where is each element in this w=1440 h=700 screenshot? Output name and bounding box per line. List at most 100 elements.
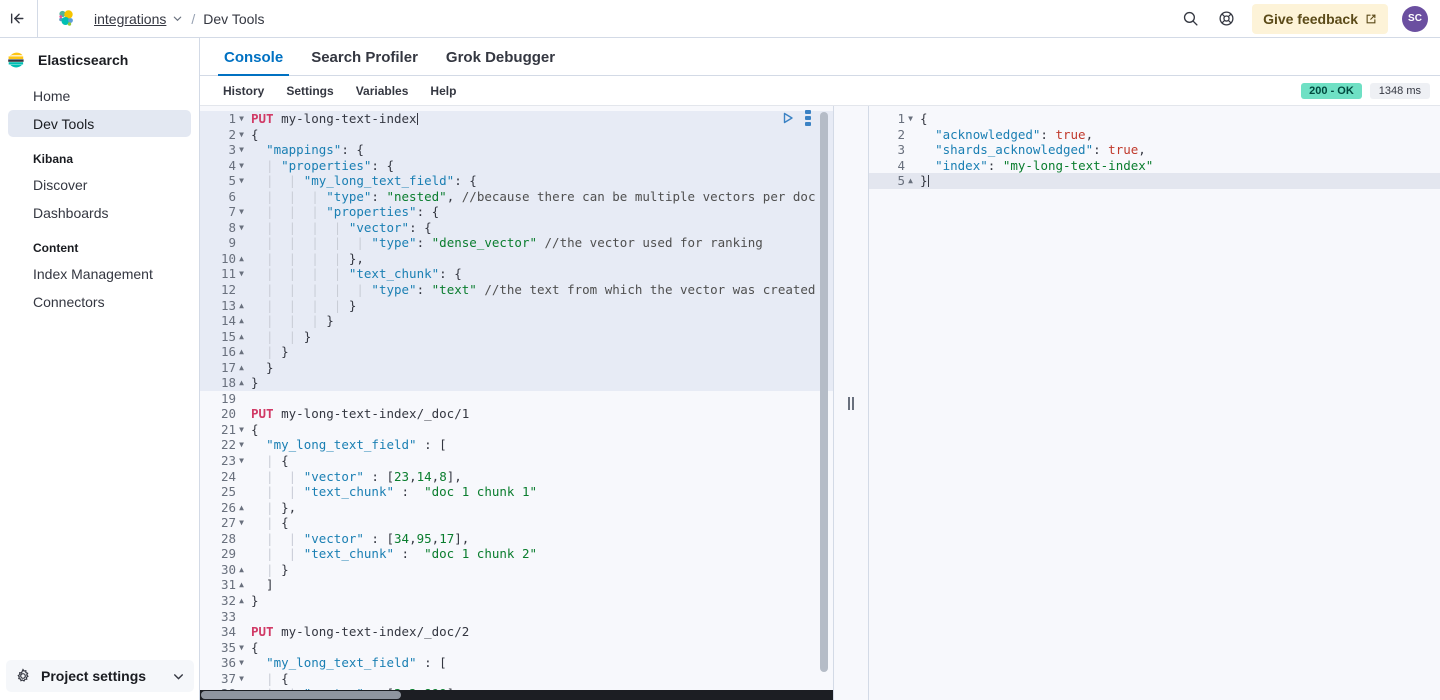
code-text: | | "text_chunk" : "doc 1 chunk 2" — [247, 546, 537, 562]
chevron-down-icon — [172, 670, 185, 683]
code-text: | | | "type": "nested", //because there … — [247, 189, 815, 205]
tab-search-profiler[interactable]: Search Profiler — [297, 50, 432, 75]
code-fold-toggle-icon[interactable]: ▼ — [236, 640, 247, 656]
code-line: 3 "shards_acknowledged": true, — [869, 142, 1440, 158]
give-feedback-button[interactable]: Give feedback — [1252, 4, 1388, 34]
tab-grok-debugger[interactable]: Grok Debugger — [432, 50, 569, 75]
code-fold-toggle-icon[interactable]: ▼ — [236, 266, 247, 282]
code-fold-toggle-icon[interactable]: ▲ — [236, 593, 247, 609]
code-token-pun: ] — [251, 577, 274, 592]
code-token-key: "index" — [935, 158, 988, 173]
code-fold-toggle-icon[interactable]: ▲ — [236, 329, 247, 345]
response-editor[interactable]: 1▼{2 "acknowledged": true,3 "shards_ackn… — [868, 106, 1440, 700]
code-fold-toggle-icon[interactable]: ▼ — [236, 655, 247, 671]
code-text: | }, — [247, 500, 296, 516]
drag-handle-icon[interactable] — [848, 397, 854, 410]
editor-horizontal-scrollbar-thumb[interactable] — [201, 691, 401, 699]
code-fold-toggle-icon[interactable]: ▼ — [236, 220, 247, 236]
tab-console[interactable]: Console — [210, 50, 297, 75]
code-line: 35▼{ — [200, 640, 833, 656]
code-token-num: 34 — [394, 531, 409, 546]
line-number: 19 — [200, 391, 236, 407]
search-icon[interactable] — [1174, 3, 1206, 35]
code-fold-toggle-icon[interactable]: ▲ — [236, 251, 247, 267]
line-number: 17 — [200, 360, 236, 376]
sidebar-item-dev-tools[interactable]: Dev Tools — [8, 110, 191, 137]
collapse-nav-icon[interactable] — [3, 0, 31, 38]
code-fold-toggle-icon[interactable]: ▼ — [236, 127, 247, 143]
code-fold-toggle-icon[interactable]: ▲ — [236, 375, 247, 391]
subtoolbar-history[interactable]: History — [212, 84, 275, 98]
sidebar-item-home[interactable]: Home — [8, 82, 191, 109]
code-fold-toggle-icon[interactable]: ▲ — [236, 500, 247, 516]
line-number: 32 — [200, 593, 236, 609]
line-number: 5 — [869, 173, 905, 189]
code-fold-toggle-icon[interactable]: ▼ — [236, 111, 247, 127]
code-text: } — [247, 375, 259, 391]
code-fold-toggle-icon[interactable]: ▼ — [236, 437, 247, 453]
code-fold-toggle-icon[interactable]: ▲ — [236, 360, 247, 376]
code-token-key: "properties" — [326, 204, 416, 219]
code-line: 32▲} — [200, 593, 833, 609]
code-fold-toggle-icon[interactable]: ▼ — [236, 204, 247, 220]
help-lifebuoy-icon[interactable] — [1210, 3, 1242, 35]
code-token-bool: true — [1108, 142, 1138, 157]
code-fold-toggle-icon[interactable]: ▼ — [236, 453, 247, 469]
code-token-guide: | | | — [251, 189, 326, 204]
code-fold-toggle-icon[interactable]: ▼ — [236, 515, 247, 531]
code-fold-toggle-icon[interactable]: ▲ — [236, 344, 247, 360]
line-number: 35 — [200, 640, 236, 656]
line-number: 24 — [200, 469, 236, 485]
code-fold-toggle-icon[interactable]: ▲ — [236, 577, 247, 593]
line-number: 12 — [200, 282, 236, 298]
code-line: 23▼ | { — [200, 453, 833, 469]
console-sub-toolbar: History Settings Variables Help 200 - OK… — [200, 76, 1440, 106]
pane-splitter[interactable] — [834, 106, 868, 700]
code-text: | | "vector" : [34,95,17], — [247, 531, 469, 547]
code-fold-toggle-icon[interactable]: ▼ — [905, 111, 916, 127]
request-options-kebab-icon[interactable] — [805, 110, 811, 126]
request-code[interactable]: 1▼PUT my-long-text-index2▼{3▼ "mappings"… — [200, 111, 833, 700]
sidebar-item-connectors[interactable]: Connectors — [8, 288, 191, 315]
code-token-guide: | — [251, 500, 281, 515]
code-token-key: "text_chunk" — [349, 266, 439, 281]
avatar[interactable]: SC — [1402, 6, 1428, 32]
code-fold-toggle-icon[interactable]: ▼ — [236, 422, 247, 438]
project-settings-button[interactable]: Project settings — [6, 660, 194, 692]
subtoolbar-variables[interactable]: Variables — [345, 84, 420, 98]
code-text: | | | | | "type": "text" //the text from… — [247, 282, 815, 298]
code-fold-toggle-icon[interactable]: ▲ — [236, 562, 247, 578]
code-fold-toggle-icon[interactable]: ▲ — [236, 313, 247, 329]
code-fold-toggle-icon[interactable]: ▼ — [236, 173, 247, 189]
code-token-bool: true — [1055, 127, 1085, 142]
chevron-down-icon[interactable] — [172, 13, 183, 24]
code-token-pun: : — [394, 484, 424, 499]
code-fold-toggle-icon[interactable]: ▲ — [236, 298, 247, 314]
sidebar-item-discover[interactable]: Discover — [8, 171, 191, 198]
sidebar-item-index-management[interactable]: Index Management — [8, 260, 191, 287]
give-feedback-label: Give feedback — [1263, 11, 1358, 27]
line-number: 13 — [200, 298, 236, 314]
code-token-num: 95 — [417, 531, 432, 546]
subtoolbar-help[interactable]: Help — [419, 84, 467, 98]
code-fold-toggle-icon[interactable]: ▲ — [905, 173, 916, 189]
breadcrumb-integrations-link[interactable]: integrations — [94, 11, 166, 27]
code-fold-toggle-icon[interactable]: ▼ — [236, 142, 247, 158]
elasticsearch-logo-icon — [6, 50, 26, 70]
subtoolbar-settings[interactable]: Settings — [275, 84, 344, 98]
code-token-pun: { — [251, 422, 259, 437]
editor-vertical-scrollbar[interactable] — [820, 112, 828, 672]
sidebar-item-dashboards[interactable]: Dashboards — [8, 199, 191, 226]
sidebar-group-content: Content — [8, 227, 191, 260]
code-line: 5▼ | | "my_long_text_field": { — [200, 173, 833, 189]
request-editor[interactable]: 1▼PUT my-long-text-index2▼{3▼ "mappings"… — [200, 106, 834, 700]
line-number: 8 — [200, 220, 236, 236]
code-token-guide: | | | | | — [251, 235, 371, 250]
line-number: 23 — [200, 453, 236, 469]
code-fold-toggle-icon[interactable]: ▼ — [236, 158, 247, 174]
run-request-icon[interactable] — [781, 111, 795, 125]
editor-horizontal-scrollbar[interactable] — [200, 690, 834, 700]
code-fold-toggle-icon[interactable]: ▼ — [236, 671, 247, 687]
code-token-pun: : — [1040, 127, 1055, 142]
breadcrumb-current: Dev Tools — [203, 11, 264, 27]
